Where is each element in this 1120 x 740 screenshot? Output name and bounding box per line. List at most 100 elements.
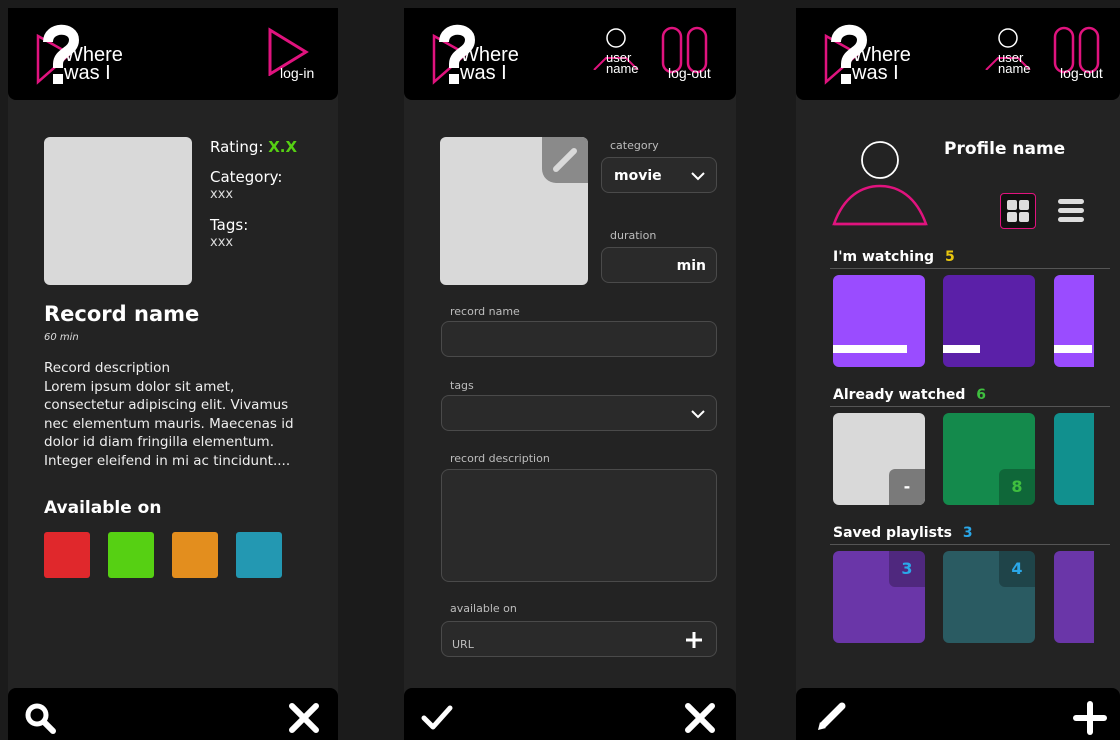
app-logo[interactable]: Where was I bbox=[430, 20, 530, 90]
rating-badge: 8 bbox=[999, 469, 1035, 505]
duration-unit: min bbox=[676, 258, 706, 274]
close-icon[interactable] bbox=[288, 702, 320, 734]
divider bbox=[830, 406, 1110, 407]
duration-input[interactable]: min bbox=[601, 247, 717, 283]
close-icon[interactable] bbox=[684, 702, 716, 734]
login-label: log-in bbox=[280, 65, 315, 81]
category-select[interactable]: movie bbox=[601, 157, 717, 193]
list-view-icon[interactable] bbox=[1054, 194, 1088, 228]
logo-text: Where was I bbox=[852, 45, 911, 84]
platform-tile[interactable] bbox=[172, 532, 218, 578]
record-detail-screen: Where was I log-in Rating: X.X Category:… bbox=[8, 8, 338, 740]
divider bbox=[830, 544, 1110, 545]
grid-view-button[interactable] bbox=[1000, 193, 1036, 229]
watching-item[interactable] bbox=[943, 275, 1035, 367]
platform-tile[interactable] bbox=[44, 532, 90, 578]
category-label: category bbox=[610, 139, 659, 152]
edit-record-screen: Where was I user name log-out category m… bbox=[404, 8, 736, 740]
logo-line-2: was I bbox=[460, 62, 507, 84]
progress-bar bbox=[833, 345, 907, 353]
pencil-icon bbox=[553, 148, 577, 172]
edit-cover-button[interactable] bbox=[542, 137, 588, 183]
search-icon[interactable] bbox=[24, 702, 56, 734]
section-watched-header: Already watched 6 bbox=[833, 387, 986, 403]
header-bar: Where was I log-in bbox=[8, 8, 338, 100]
logout-label: log-out bbox=[668, 65, 711, 81]
section-title: Already watched bbox=[833, 387, 966, 403]
playlist-item[interactable] bbox=[1054, 551, 1094, 643]
section-title: I'm watching bbox=[833, 249, 935, 265]
check-icon[interactable] bbox=[420, 702, 454, 734]
tags-select[interactable] bbox=[441, 395, 717, 431]
logo-line-2: was I bbox=[64, 62, 111, 84]
duration-label: duration bbox=[610, 229, 657, 242]
tags-label: tags bbox=[450, 379, 474, 392]
available-on-label: available on bbox=[450, 602, 517, 615]
record-meta: Rating: X.X Category: xxx Tags: xxx bbox=[210, 138, 297, 252]
chevron-down-icon bbox=[691, 172, 705, 181]
progress-bar bbox=[1054, 345, 1092, 353]
user-name-label: user name bbox=[998, 50, 1031, 76]
playlist-item[interactable]: 4 bbox=[943, 551, 1035, 643]
watching-item[interactable] bbox=[1054, 275, 1094, 367]
section-playlists-header: Saved playlists 3 bbox=[833, 525, 973, 541]
section-count: 3 bbox=[962, 525, 973, 541]
logout-button[interactable]: log-out bbox=[660, 24, 720, 86]
platform-tile[interactable] bbox=[108, 532, 154, 578]
app-logo[interactable]: Where was I bbox=[34, 20, 134, 90]
progress-bar bbox=[943, 345, 980, 353]
section-title: Saved playlists bbox=[833, 525, 952, 541]
user-profile-button[interactable]: user name bbox=[982, 26, 1038, 86]
login-button[interactable]: log-in bbox=[266, 26, 330, 86]
playlist-count-badge: 4 bbox=[999, 551, 1035, 587]
tags-value: xxx bbox=[210, 235, 234, 250]
watched-item[interactable]: - bbox=[833, 413, 925, 505]
section-watching-header: I'm watching 5 bbox=[833, 249, 955, 265]
category-value: movie bbox=[614, 168, 662, 184]
rating-label: Rating: bbox=[210, 138, 264, 156]
watching-item[interactable] bbox=[833, 275, 925, 367]
logo-line-2: was I bbox=[852, 62, 899, 84]
record-name-input[interactable] bbox=[441, 321, 717, 357]
record-description: Record description Lorem ipsum dolor sit… bbox=[44, 360, 294, 469]
playlist-count-badge: 3 bbox=[889, 551, 925, 587]
description-textarea[interactable] bbox=[441, 469, 717, 582]
platform-tile[interactable] bbox=[236, 532, 282, 578]
section-count: 5 bbox=[944, 249, 955, 265]
plus-icon[interactable] bbox=[684, 630, 704, 650]
description-label: record description bbox=[450, 452, 550, 465]
watched-item[interactable] bbox=[1054, 413, 1094, 505]
user-profile-button[interactable]: user name bbox=[590, 26, 646, 86]
footer-bar bbox=[796, 688, 1120, 740]
app-logo[interactable]: Where was I bbox=[822, 20, 922, 90]
available-on-heading: Available on bbox=[44, 498, 162, 518]
divider bbox=[830, 268, 1110, 269]
watched-item[interactable]: 8 bbox=[943, 413, 1035, 505]
user-name-label: user name bbox=[606, 50, 639, 76]
footer-bar bbox=[8, 688, 338, 740]
cover-image-upload[interactable] bbox=[440, 137, 588, 285]
header-bar: Where was I user name log-out bbox=[796, 8, 1120, 100]
record-name-label: record name bbox=[450, 305, 520, 318]
profile-avatar-icon bbox=[832, 141, 928, 226]
pencil-icon[interactable] bbox=[814, 698, 850, 734]
category-value: xxx bbox=[210, 187, 234, 202]
rating-badge: - bbox=[889, 469, 925, 505]
section-count: 6 bbox=[976, 387, 986, 403]
footer-bar bbox=[404, 688, 736, 740]
profile-name: Profile name bbox=[944, 139, 1066, 159]
record-cover-image bbox=[44, 137, 192, 285]
record-duration: 60 min bbox=[44, 332, 79, 343]
url-input[interactable]: URL bbox=[441, 621, 717, 657]
header-bar: Where was I user name log-out bbox=[404, 8, 736, 100]
logout-button[interactable]: log-out bbox=[1052, 24, 1112, 86]
logout-label: log-out bbox=[1060, 65, 1103, 81]
category-label: Category: bbox=[210, 168, 283, 186]
record-name: Record name bbox=[44, 302, 200, 326]
grid-icon bbox=[1007, 200, 1029, 222]
url-placeholder: URL bbox=[452, 638, 474, 651]
playlist-item[interactable]: 3 bbox=[833, 551, 925, 643]
tags-label: Tags: bbox=[210, 216, 249, 234]
plus-icon[interactable] bbox=[1072, 700, 1108, 736]
logo-text: Where was I bbox=[64, 45, 123, 84]
